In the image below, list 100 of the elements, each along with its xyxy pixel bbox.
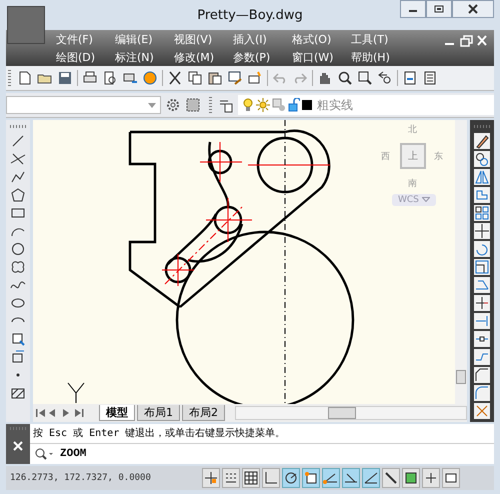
layer-name: 粗实线: [317, 96, 353, 114]
layout-toggle[interactable]: [442, 468, 460, 488]
compass-east-label: 东: [434, 150, 443, 163]
restore-icon: [433, 4, 445, 14]
command-input-field[interactable]: ZOOM: [30, 444, 494, 464]
lineweight-icon: [383, 470, 399, 486]
circle-icon[interactable]: [10, 241, 26, 257]
zoom-icon[interactable]: [337, 70, 353, 86]
close-button[interactable]: [452, 0, 494, 18]
viewport-freeze-icon[interactable]: [272, 98, 286, 112]
menu-item[interactable]: 视图(V): [168, 32, 227, 46]
menu-item[interactable]: 参数(P): [227, 50, 286, 64]
chamfer-icon[interactable]: [474, 367, 490, 383]
lightbulb-icon[interactable]: [242, 98, 254, 112]
menu-item[interactable]: 文件(F): [50, 32, 109, 46]
unlocked-padlock-icon[interactable]: [288, 98, 300, 112]
zoom-icon: [34, 447, 54, 461]
trim-icon[interactable]: [474, 295, 490, 311]
crosshair-toggle[interactable]: [422, 468, 440, 488]
object-snap-toggle[interactable]: [302, 468, 320, 488]
dynamic-input-icon: [363, 470, 379, 486]
polyline-icon[interactable]: [10, 169, 26, 185]
design-center-icon[interactable]: [422, 70, 438, 86]
polygon-icon[interactable]: [10, 187, 26, 203]
extend-icon[interactable]: [474, 313, 490, 329]
grid-toggle[interactable]: [242, 468, 260, 488]
ucs-axis-icon: [67, 382, 85, 404]
grid-icon: [243, 470, 259, 486]
snap-icon: [203, 470, 219, 486]
mirror-icon[interactable]: [474, 169, 490, 185]
snap-tracking-toggle[interactable]: [322, 468, 340, 488]
vertical-scrollbar[interactable]: [455, 120, 467, 404]
close-icon[interactable]: [13, 441, 23, 451]
make-block-icon[interactable]: [10, 349, 26, 365]
copy-objects-icon[interactable]: [474, 151, 490, 167]
window-title: Pretty—Boy.dwg: [197, 8, 303, 22]
ortho-toggle[interactable]: [262, 468, 280, 488]
document-icon[interactable]: [17, 70, 33, 86]
block-icon[interactable]: [247, 70, 263, 86]
object-snap-icon: [303, 470, 319, 486]
scale-icon[interactable]: [474, 259, 490, 275]
floppy-icon[interactable]: [57, 70, 73, 86]
break-icon[interactable]: [474, 331, 490, 347]
line-icon[interactable]: [10, 133, 26, 149]
layer-dropdown[interactable]: 粗实线: [238, 95, 494, 115]
menu-item[interactable]: 工具(T): [345, 32, 404, 46]
layout-tab[interactable]: 模型: [99, 405, 135, 421]
caret-icon: [148, 102, 156, 108]
crosshair-icon: [423, 470, 439, 486]
menu-item[interactable]: 窗口(W): [286, 50, 345, 64]
compass-west-label: 西: [381, 151, 390, 163]
erase-icon[interactable]: [474, 133, 490, 149]
revision-cloud-icon[interactable]: [10, 259, 26, 275]
explode-icon[interactable]: [474, 403, 490, 419]
ortho-icon: [263, 470, 279, 486]
insert-block-icon[interactable]: [10, 331, 26, 347]
array-icon[interactable]: [474, 205, 490, 221]
scissors-icon[interactable]: [167, 70, 183, 86]
dynamic-input-toggle[interactable]: [362, 468, 380, 488]
snap-toggle[interactable]: [202, 468, 220, 488]
close-icon: [467, 4, 479, 14]
zoom-window-icon[interactable]: [357, 70, 373, 86]
join-icon[interactable]: [474, 349, 490, 365]
dynamic-ucs-toggle[interactable]: [342, 468, 360, 488]
fillet-icon[interactable]: [474, 385, 490, 401]
grid-dots-toggle[interactable]: [222, 468, 240, 488]
copy-icon[interactable]: [187, 70, 203, 86]
sun-icon[interactable]: [256, 98, 270, 112]
lineweight-toggle[interactable]: [382, 468, 400, 488]
restore-button[interactable]: [426, 0, 452, 18]
coordinates-readout: 126.2773, 172.7327, 0.0000: [9, 473, 152, 483]
properties-icon[interactable]: [402, 70, 418, 86]
menu-item[interactable]: 格式(O): [286, 32, 345, 46]
rotate-icon[interactable]: [474, 241, 490, 257]
horizontal-scrollbar[interactable]: [235, 406, 467, 420]
menu-item[interactable]: 编辑(E): [109, 32, 168, 46]
layout-tab[interactable]: 布局1: [137, 405, 180, 421]
workspace-icon[interactable]: [185, 97, 201, 113]
preview-icon[interactable]: [102, 70, 118, 86]
zoom-previous-icon[interactable]: [377, 70, 393, 86]
polar-toggle[interactable]: [282, 468, 300, 488]
menu-item[interactable]: 插入(I): [227, 32, 286, 46]
layout-tab[interactable]: 布局2: [182, 405, 225, 421]
compass-north-label: 北: [408, 124, 417, 136]
stretch-icon[interactable]: [474, 277, 490, 293]
layer-color-swatch: [302, 100, 312, 110]
move-icon[interactable]: [474, 223, 490, 239]
document-window-controls-icon[interactable]: [444, 35, 488, 47]
gear-icon[interactable]: [165, 97, 181, 113]
menu-item[interactable]: 帮助(H): [345, 50, 404, 64]
minimize-button[interactable]: [400, 0, 426, 18]
polar-icon: [283, 470, 299, 486]
quick-properties-toggle[interactable]: [402, 468, 420, 488]
caret-icon: [422, 197, 430, 202]
menu-item[interactable]: 修改(M): [168, 50, 227, 64]
menu-item[interactable]: 标注(N): [109, 50, 168, 64]
offset-icon[interactable]: [474, 187, 490, 203]
menu-item[interactable]: 绘图(D): [50, 50, 109, 64]
construction-line-icon[interactable]: [10, 151, 26, 167]
paste-icon[interactable]: [207, 70, 223, 86]
